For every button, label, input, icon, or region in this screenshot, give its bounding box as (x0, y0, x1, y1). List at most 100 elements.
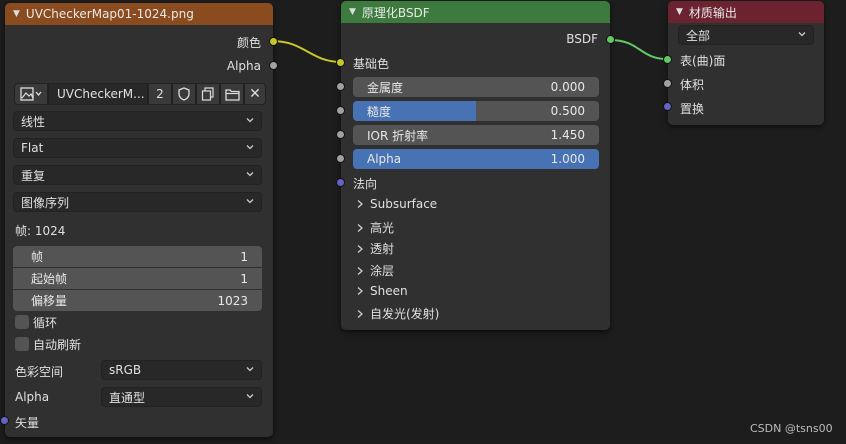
chevron-down-icon (798, 32, 806, 37)
metallic-field[interactable]: 金属度 0.000 (353, 77, 599, 97)
output-alpha-label: Alpha (226, 59, 261, 73)
user-count-button[interactable]: 2 (148, 83, 172, 105)
ior-label: IOR 折射率 (367, 128, 429, 143)
frame-start-field[interactable]: 起始帧 1 (13, 268, 262, 289)
frame-offset-field[interactable]: 偏移量 1023 (13, 290, 262, 311)
chevron-down-icon (246, 118, 254, 123)
output-alpha-socket[interactable] (269, 61, 278, 70)
subpanel-coat[interactable]: 涂层 (355, 262, 394, 279)
output-bsdf-socket[interactable] (606, 35, 615, 44)
chevron-right-icon (357, 200, 363, 208)
chevron-down-icon (246, 172, 254, 177)
input-alpha-socket[interactable] (336, 154, 345, 163)
input-base-color-socket[interactable] (336, 58, 345, 67)
principled-bsdf-node[interactable]: ▼ 原理化BSDF BSDF 基础色 金属度 0.000 糙度 0.500 IO… (336, 1, 615, 330)
subpanel-transmission-label: 透射 (370, 242, 395, 256)
input-volume-label: 体积 (680, 78, 705, 92)
frame-offset-label: 偏移量 (31, 294, 68, 308)
ior-value: 1.450 (550, 128, 585, 142)
metallic-label: 金属度 (367, 80, 404, 95)
render-target-dropdown[interactable]: 全部 (678, 25, 814, 45)
input-vector-label: 矢量 (15, 416, 40, 430)
projection-value: Flat (21, 141, 44, 155)
base-color-label: 基础色 (353, 57, 390, 71)
subpanel-sheen[interactable]: Sheen (355, 284, 408, 298)
image-name-text: UVCheckerM... (57, 87, 145, 101)
image-node-header[interactable]: ▼ UVCheckerMap01-1024.png (5, 3, 273, 25)
frame-start-label: 起始帧 (31, 272, 68, 286)
subpanel-transmission[interactable]: 透射 (355, 240, 394, 257)
subpanel-emission[interactable]: 自发光(发射) (355, 305, 439, 322)
color-space-label: 色彩空间 (15, 365, 64, 379)
input-ior-socket[interactable] (336, 130, 345, 139)
subpanel-coat-label: 涂层 (370, 264, 395, 278)
alpha-label: Alpha (367, 152, 402, 166)
subpanel-sheen-label: Sheen (370, 284, 408, 298)
input-roughness-socket[interactable] (336, 106, 345, 115)
folder-icon (224, 88, 240, 101)
roughness-value: 0.500 (550, 104, 585, 118)
material-output-node[interactable]: ▼ 材质输出 全部 表(曲)面 体积 置换 (663, 1, 824, 125)
open-image-button[interactable] (220, 83, 244, 105)
output-color-socket[interactable] (269, 37, 278, 46)
frames-info-label: 帧: 1024 (15, 224, 66, 238)
input-normal-socket[interactable] (336, 178, 345, 187)
projection-dropdown[interactable]: Flat (13, 138, 262, 158)
image-name-field[interactable]: UVCheckerM... (48, 83, 148, 105)
alpha-mode-dropdown[interactable]: 直通型 (101, 387, 262, 407)
metallic-value: 0.000 (550, 80, 585, 94)
input-vector-socket[interactable] (0, 416, 9, 425)
source-dropdown[interactable]: 图像序列 (13, 192, 262, 212)
subpanel-emission-label: 自发光(发射) (370, 307, 440, 321)
image-texture-node[interactable]: ▼ UVCheckerMap01-1024.png 颜色 Alpha UVChe… (0, 3, 278, 437)
input-metallic-socket[interactable] (336, 82, 345, 91)
input-volume-socket[interactable] (663, 79, 672, 88)
close-icon: ✕ (249, 86, 261, 102)
collapse-chevron-icon[interactable]: ▼ (349, 7, 356, 17)
auto-refresh-label: 自动刷新 (33, 338, 82, 352)
chevron-down-icon (246, 367, 254, 372)
frame-duration-field[interactable]: 帧 1 (13, 246, 262, 267)
collapse-chevron-icon[interactable]: ▼ (13, 9, 20, 19)
chevron-right-icon (357, 244, 363, 253)
frame-offset-value: 1023 (217, 293, 248, 308)
output-bsdf-label: BSDF (566, 32, 598, 46)
input-surface-socket[interactable] (663, 55, 672, 64)
alpha-field[interactable]: Alpha 1.000 (353, 149, 599, 169)
output-node-header[interactable]: ▼ 材质输出 (668, 1, 824, 23)
output-node-title: 材质输出 (688, 5, 737, 20)
subpanel-subsurface-label: Subsurface (370, 197, 438, 211)
unlink-image-button[interactable]: ✕ (244, 83, 266, 105)
collapse-chevron-icon[interactable]: ▼ (676, 7, 683, 17)
user-count-text: 2 (156, 87, 164, 101)
alpha-value: 1.000 (550, 152, 585, 166)
image-browse-button[interactable] (14, 83, 48, 105)
interpolation-value: 线性 (21, 114, 46, 129)
fake-user-button[interactable] (172, 83, 196, 105)
color-space-dropdown[interactable]: sRGB (101, 360, 262, 380)
ior-field[interactable]: IOR 折射率 1.450 (353, 125, 599, 145)
bsdf-node-header[interactable]: ▼ 原理化BSDF (341, 1, 610, 23)
roughness-label: 糙度 (367, 104, 392, 119)
subpanel-specular[interactable]: 高光 (355, 219, 394, 236)
shield-icon (178, 87, 190, 101)
roughness-field[interactable]: 糙度 0.500 (353, 101, 599, 121)
subpanel-subsurface[interactable]: Subsurface (355, 197, 437, 211)
input-surface-label: 表(曲)面 (680, 54, 726, 68)
chevron-down-icon (246, 199, 254, 204)
extension-dropdown[interactable]: 重复 (13, 165, 262, 185)
cyclic-checkbox[interactable] (15, 315, 29, 329)
image-node-title: UVCheckerMap01-1024.png (25, 7, 194, 21)
source-value: 图像序列 (21, 195, 70, 210)
render-target-value: 全部 (686, 28, 711, 43)
chevron-right-icon (357, 223, 363, 232)
interpolation-dropdown[interactable]: 线性 (13, 111, 262, 131)
bsdf-node-title: 原理化BSDF (361, 5, 430, 20)
input-displacement-label: 置换 (680, 102, 705, 116)
chevron-right-icon (357, 266, 363, 275)
frame-duration-label: 帧 (31, 250, 44, 264)
input-displacement-socket[interactable] (663, 102, 672, 111)
auto-refresh-checkbox[interactable] (15, 337, 29, 351)
duplicate-image-button[interactable] (196, 83, 220, 105)
output-color-label: 颜色 (236, 36, 261, 50)
